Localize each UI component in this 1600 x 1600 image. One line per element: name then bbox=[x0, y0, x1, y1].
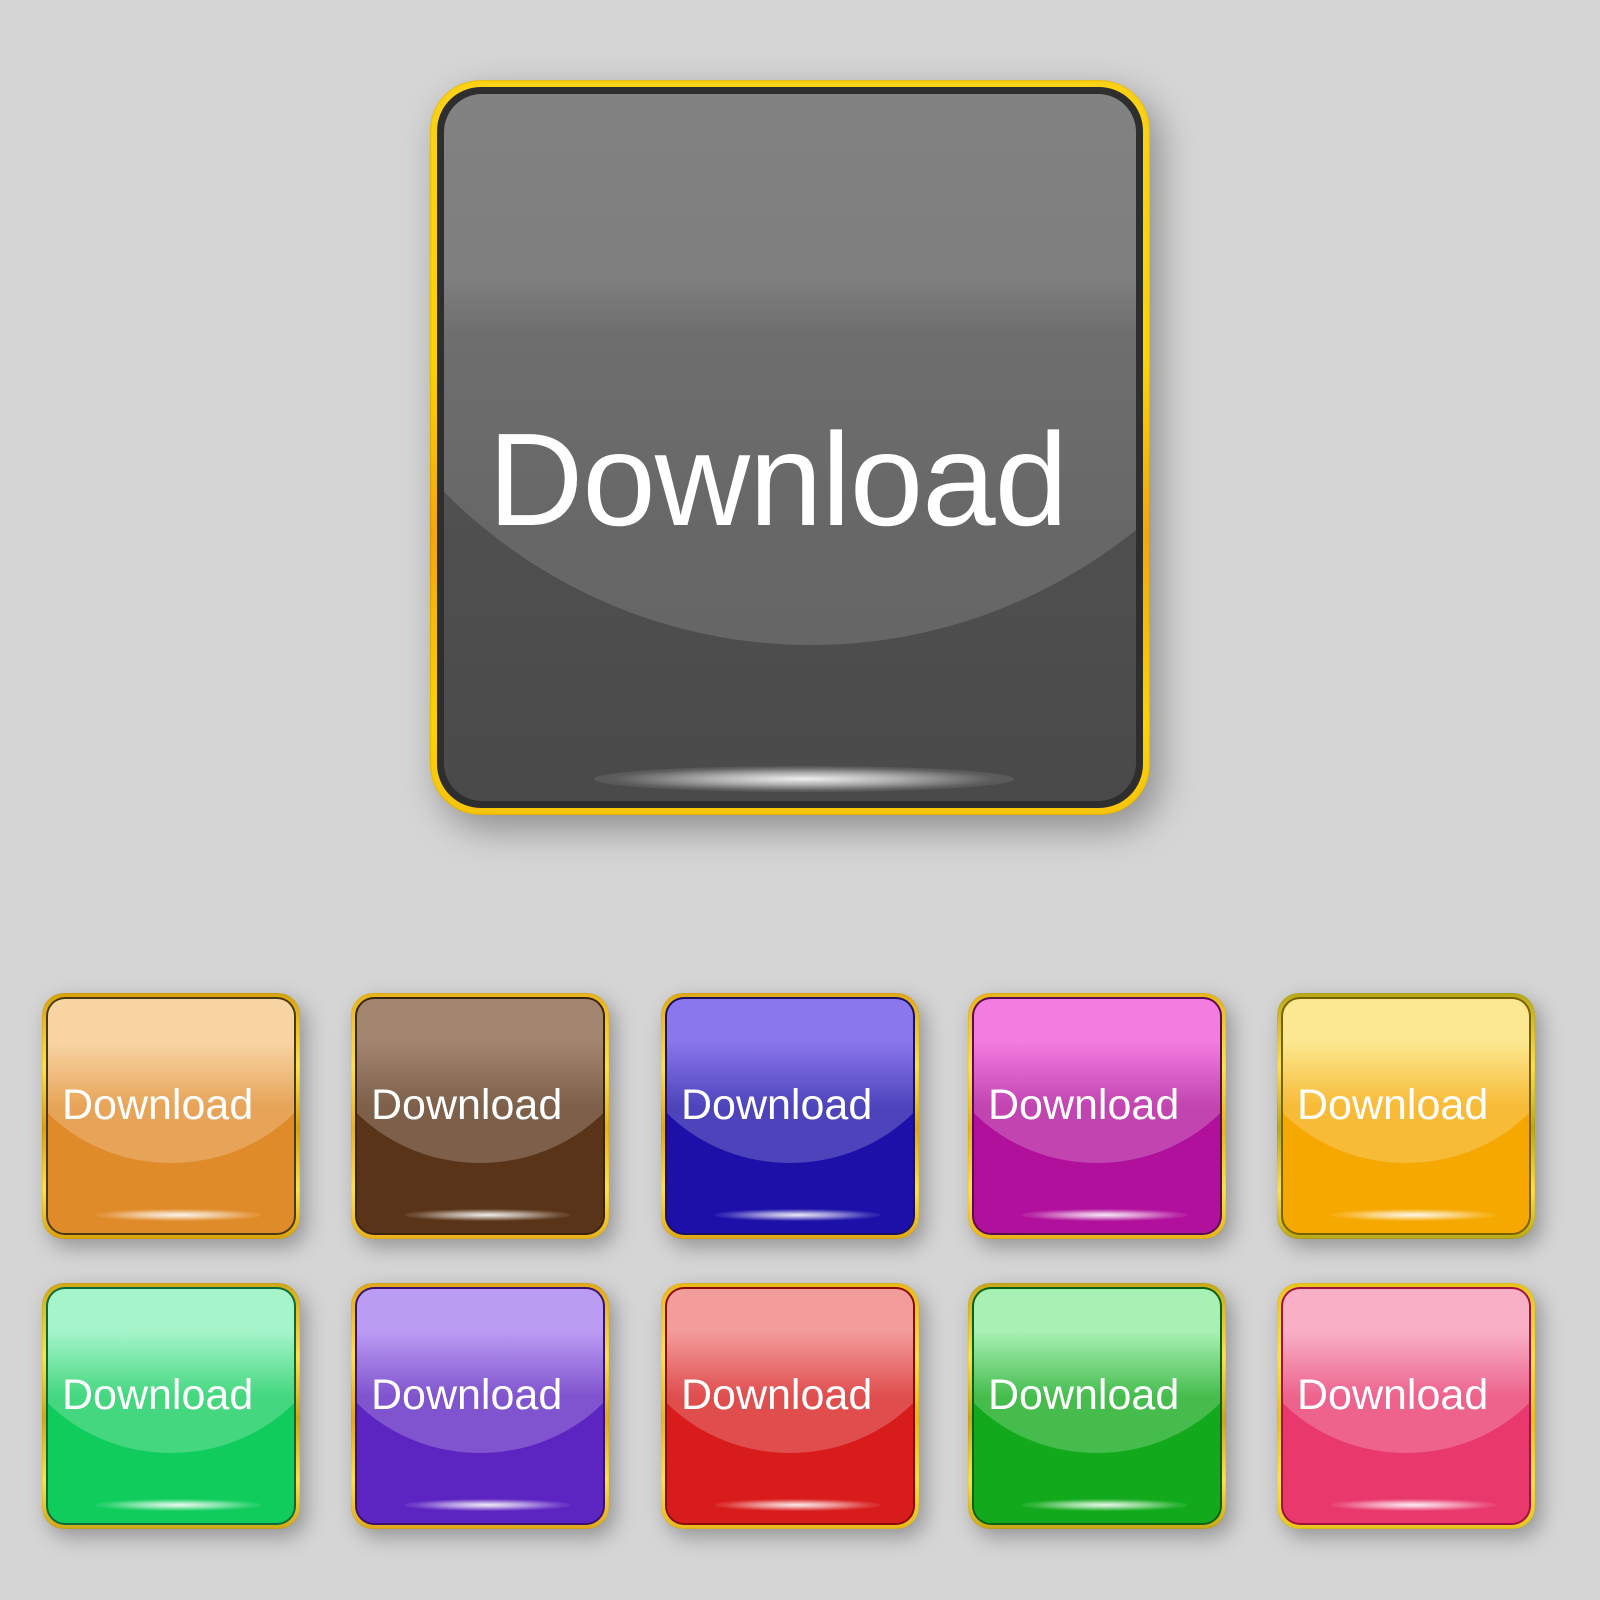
button-face: Download bbox=[1283, 999, 1529, 1233]
bottom-glow bbox=[594, 766, 1014, 792]
button-inner-border: Download bbox=[665, 997, 915, 1235]
bottom-glow bbox=[405, 1499, 570, 1511]
bottom-glow bbox=[1022, 1499, 1187, 1511]
gloss-highlight bbox=[1283, 999, 1529, 1163]
bottom-glow bbox=[715, 1499, 880, 1511]
download-button-large[interactable]: Download UNLIMPHOTOS bbox=[430, 80, 1150, 815]
download-label: Download bbox=[988, 1081, 1180, 1129]
button-inner-border: Download bbox=[972, 1287, 1222, 1525]
button-inner-border: Download bbox=[355, 997, 605, 1235]
button-face: Download bbox=[357, 999, 603, 1233]
bottom-glow bbox=[1022, 1209, 1187, 1221]
download-label: Download bbox=[488, 406, 1068, 553]
download-button-purple[interactable]: Download bbox=[351, 1283, 609, 1529]
hero-face: Download UNLIMPHOTOS bbox=[444, 94, 1136, 801]
download-button-pink[interactable]: Download bbox=[1277, 1283, 1535, 1529]
download-button-magenta[interactable]: Download bbox=[968, 993, 1226, 1239]
gloss-highlight bbox=[1283, 1289, 1529, 1453]
download-button-yellow[interactable]: Download bbox=[1277, 993, 1535, 1239]
button-face: Download bbox=[974, 999, 1220, 1233]
download-label: Download bbox=[681, 1081, 873, 1129]
download-label: Download bbox=[1297, 1081, 1489, 1129]
gloss-highlight bbox=[667, 1289, 913, 1453]
download-button-blue[interactable]: Download bbox=[661, 993, 919, 1239]
download-button-spring-green[interactable]: Download bbox=[42, 1283, 300, 1529]
button-face: Download bbox=[357, 1289, 603, 1523]
button-inner-border: Download bbox=[665, 1287, 915, 1525]
button-face: Download bbox=[667, 1289, 913, 1523]
download-button-brown[interactable]: Download bbox=[351, 993, 609, 1239]
button-face: Download bbox=[1283, 1289, 1529, 1523]
download-button-red[interactable]: Download bbox=[661, 1283, 919, 1529]
bottom-glow bbox=[1331, 1209, 1496, 1221]
gloss-highlight bbox=[48, 999, 294, 1163]
hero-inner-border: Download UNLIMPHOTOS bbox=[437, 87, 1143, 808]
button-face: Download bbox=[48, 999, 294, 1233]
download-label: Download bbox=[371, 1371, 563, 1419]
gloss-highlight bbox=[667, 999, 913, 1163]
gloss-highlight bbox=[974, 999, 1220, 1163]
gloss-highlight bbox=[48, 1289, 294, 1453]
button-inner-border: Download bbox=[972, 997, 1222, 1235]
gloss-highlight bbox=[974, 1289, 1220, 1453]
download-label: Download bbox=[1297, 1371, 1489, 1419]
button-set-canvas: Download UNLIMPHOTOS Download Download Dow… bbox=[0, 0, 1600, 1600]
bottom-glow bbox=[715, 1209, 880, 1221]
button-inner-border: Download bbox=[355, 1287, 605, 1525]
bottom-glow bbox=[405, 1209, 570, 1221]
download-label: Download bbox=[62, 1371, 254, 1419]
bottom-glow bbox=[96, 1499, 261, 1511]
button-face: Download bbox=[48, 1289, 294, 1523]
button-face: Download bbox=[667, 999, 913, 1233]
button-inner-border: Download bbox=[1281, 997, 1531, 1235]
download-label: Download bbox=[681, 1371, 873, 1419]
gloss-highlight bbox=[444, 94, 1136, 646]
gloss-highlight bbox=[357, 999, 603, 1163]
download-label: Download bbox=[988, 1371, 1180, 1419]
download-button-orange[interactable]: Download bbox=[42, 993, 300, 1239]
button-inner-border: Download bbox=[46, 1287, 296, 1525]
button-inner-border: Download bbox=[1281, 1287, 1531, 1525]
gloss-highlight bbox=[357, 1289, 603, 1453]
bottom-glow bbox=[96, 1209, 261, 1221]
download-label: Download bbox=[62, 1081, 254, 1129]
download-button-green[interactable]: Download bbox=[968, 1283, 1226, 1529]
button-inner-border: Download bbox=[46, 997, 296, 1235]
bottom-glow bbox=[1331, 1499, 1496, 1511]
download-label: Download bbox=[371, 1081, 563, 1129]
button-face: Download bbox=[974, 1289, 1220, 1523]
